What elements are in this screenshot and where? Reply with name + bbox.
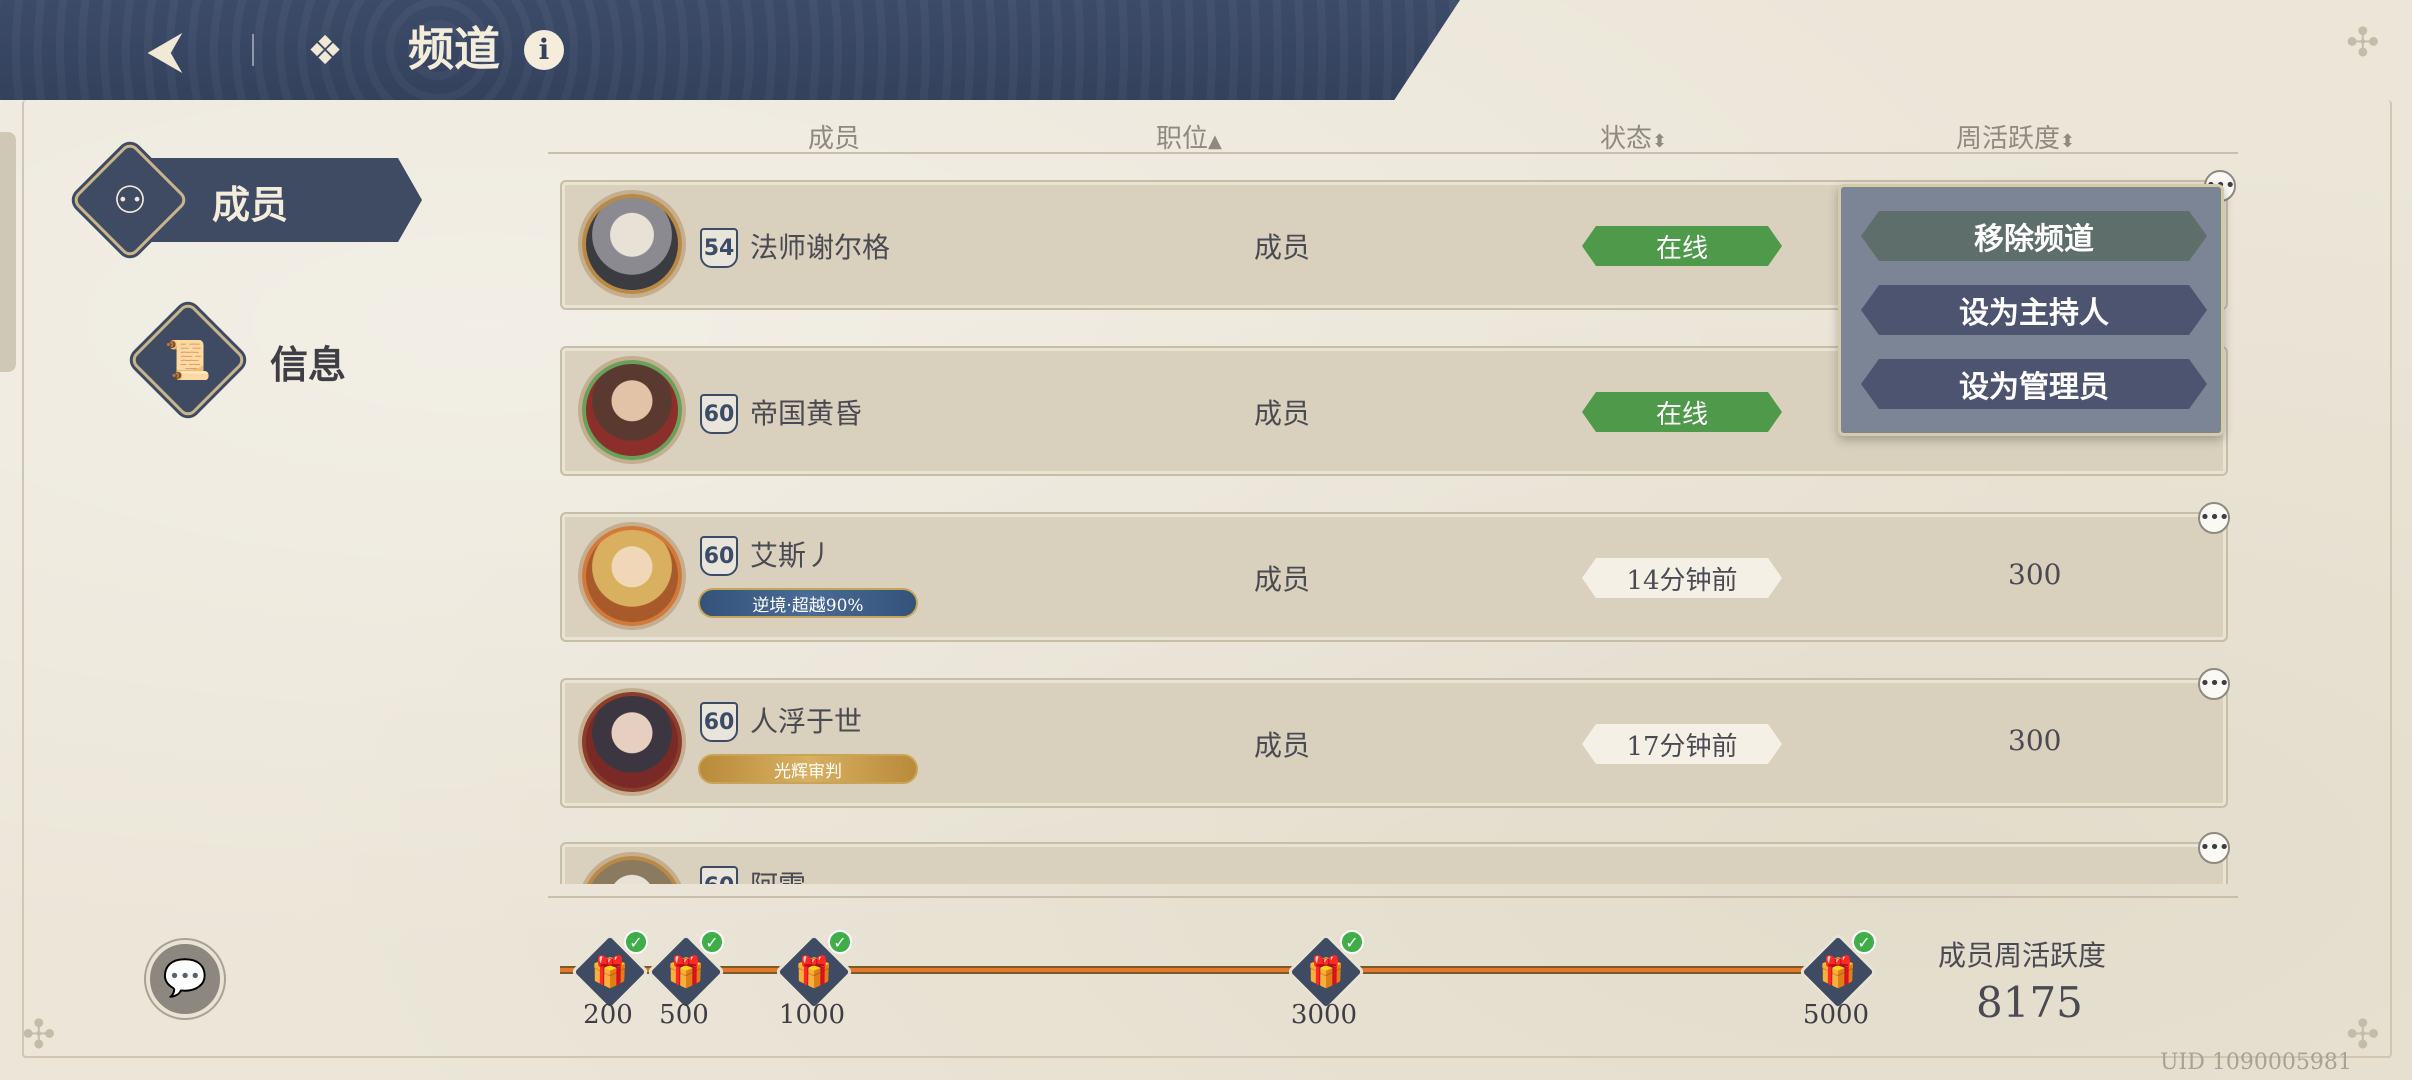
milestone-label: 500 xyxy=(659,1000,709,1030)
level-badge: 60 xyxy=(700,866,738,884)
header-pattern xyxy=(0,0,1460,100)
uid-text: UID 1090005981 xyxy=(2160,1050,2352,1075)
avatar[interactable] xyxy=(582,856,682,884)
level-badge: 60 xyxy=(700,702,738,742)
member-name: 艾斯丿 xyxy=(750,539,835,572)
grid-menu-icon[interactable]: ❖ xyxy=(300,26,350,76)
claimed-check-icon: ✓ xyxy=(1852,930,1876,954)
claimed-check-icon: ✓ xyxy=(1340,930,1364,954)
column-header-status[interactable]: 状态⬍ xyxy=(1600,118,1667,155)
corner-ornament-bottom-right: ✣ xyxy=(2346,1012,2380,1058)
set-admin-button[interactable]: 设为管理员 xyxy=(1861,359,2207,409)
column-header-activity-label: 周活跃度 xyxy=(1956,124,2061,154)
weekly-activity-label: 成员周活跃度 xyxy=(1938,939,2107,972)
milestone-5000[interactable]: 🎁 ✓ 5000 xyxy=(1798,930,1878,1030)
member-position: 成员 xyxy=(1254,563,1311,596)
member-title-badge: 光辉审判 xyxy=(698,754,918,784)
gift-icon: 🎁 xyxy=(795,954,833,990)
member-title-badge: 逆境·超越90% xyxy=(698,588,918,618)
member-options-popup: 移除频道 设为主持人 设为管理员 xyxy=(1838,184,2224,436)
table-row[interactable]: 60 艾斯丿 逆境·超越90% 成员 14分钟前 300 ••• xyxy=(560,502,2230,642)
level-badge: 54 xyxy=(700,228,738,268)
more-options-button[interactable]: ••• xyxy=(2198,502,2230,534)
milestone-3000[interactable]: 🎁 ✓ 3000 xyxy=(1286,930,1366,1030)
more-options-button[interactable]: ••• xyxy=(2198,668,2230,700)
claimed-check-icon: ✓ xyxy=(700,930,724,954)
corner-ornament-top-right: ✣ xyxy=(2346,20,2380,66)
weekly-activity-total: 8175 xyxy=(1976,978,2083,1027)
gift-icon: 🎁 xyxy=(591,954,629,990)
member-name: 人浮于世 xyxy=(750,705,863,738)
more-options-button[interactable]: ••• xyxy=(2198,832,2230,864)
milestone-label: 3000 xyxy=(1290,1000,1358,1030)
gift-icon: 🎁 xyxy=(1819,954,1857,990)
avatar[interactable] xyxy=(582,526,682,626)
milestone-500[interactable]: 🎁 ✓ 500 xyxy=(646,930,726,1030)
column-header-position-label: 职位 xyxy=(1156,124,1209,154)
column-header-member[interactable]: 成员 xyxy=(808,118,860,155)
sort-icon: ⬍ xyxy=(2060,131,2076,152)
set-host-button[interactable]: 设为主持人 xyxy=(1861,285,2207,335)
status-badge: 在线 xyxy=(1582,226,1782,266)
chat-button[interactable]: 💬 xyxy=(146,940,224,1018)
status-badge: 17分钟前 xyxy=(1582,724,1782,764)
member-name: 帝国黄昏 xyxy=(750,397,863,430)
bottom-divider xyxy=(548,896,2238,898)
milestone-1000[interactable]: 🎁 ✓ 1000 xyxy=(774,930,854,1030)
member-name: 法师谢尔格 xyxy=(750,231,891,264)
page-title: 频道 xyxy=(408,22,500,76)
level-badge: 60 xyxy=(700,394,738,434)
weekly-activity: 300 xyxy=(2008,558,2062,591)
member-position: 成员 xyxy=(1254,397,1311,430)
milestone-label: 5000 xyxy=(1802,1000,1870,1030)
gift-icon: 🎁 xyxy=(1307,954,1345,990)
level-badge: 60 xyxy=(700,536,738,576)
column-header-activity[interactable]: 周活跃度⬍ xyxy=(1956,118,2075,155)
avatar[interactable] xyxy=(582,692,682,792)
avatar[interactable] xyxy=(582,360,682,460)
milestone-label: 1000 xyxy=(778,1000,846,1030)
member-position: 成员 xyxy=(1254,231,1311,264)
status-badge: 14分钟前 xyxy=(1582,558,1782,598)
status-badge: 在线 xyxy=(1582,392,1782,432)
corner-ornament-bottom-left: ✣ xyxy=(22,1012,56,1058)
info-icon[interactable]: i xyxy=(524,30,564,70)
claimed-check-icon: ✓ xyxy=(624,930,648,954)
activity-progress-fill xyxy=(560,968,1831,972)
member-position: 成员 xyxy=(1254,729,1311,762)
sort-icon: ⬍ xyxy=(1652,131,1668,152)
member-name: 阿雷 xyxy=(750,864,806,884)
column-header-position[interactable]: 职位▲ xyxy=(1156,118,1222,155)
chat-bubbles-icon: 💬 xyxy=(162,958,208,999)
sort-asc-icon: ▲ xyxy=(1208,131,1222,152)
column-header-status-label: 状态 xyxy=(1600,124,1653,154)
table-row[interactable]: 60 人浮于世 光辉审判 成员 17分钟前 300 ••• xyxy=(560,668,2230,808)
remove-from-channel-button[interactable]: 移除频道 xyxy=(1861,211,2207,261)
gift-icon: 🎁 xyxy=(667,954,705,990)
back-arrow-icon[interactable]: ⮜ xyxy=(132,22,198,78)
claimed-check-icon: ✓ xyxy=(828,930,852,954)
avatar[interactable] xyxy=(582,194,682,294)
table-row[interactable]: 60 阿雷 ••• xyxy=(560,832,2230,884)
header-divider xyxy=(252,34,254,66)
weekly-activity: 300 xyxy=(2008,724,2062,757)
